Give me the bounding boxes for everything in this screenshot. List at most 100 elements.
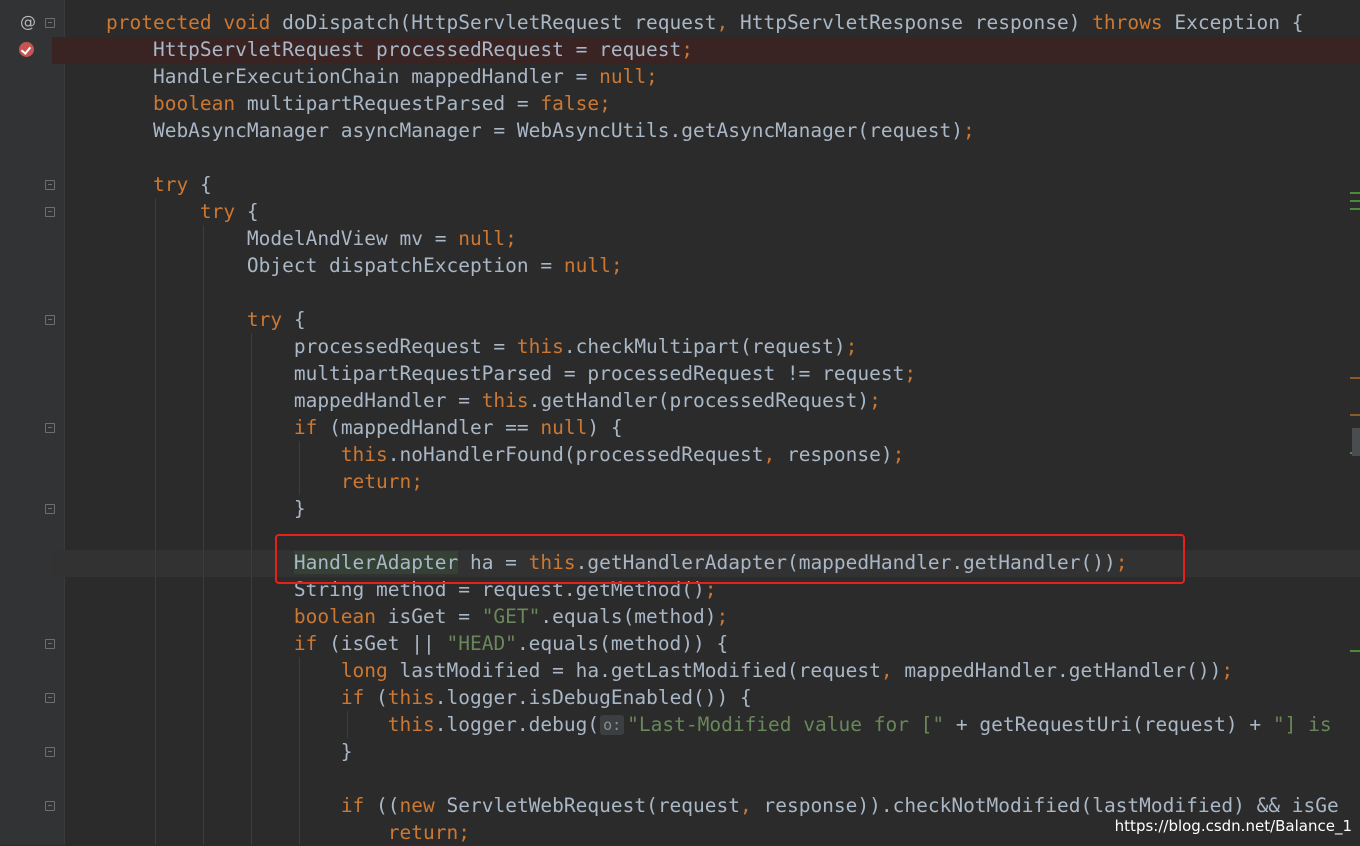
change-marker	[1350, 192, 1360, 194]
code-line[interactable]: try {	[106, 198, 1339, 225]
code-token: processedRequest =	[106, 335, 517, 358]
code-token: {	[199, 173, 212, 196]
code-token: this	[387, 686, 435, 709]
code-token: ,	[763, 443, 787, 466]
code-token: ;	[845, 335, 858, 358]
fold-marker-icon[interactable]	[45, 18, 55, 28]
fold-marker-icon[interactable]	[45, 423, 55, 433]
code-token: "Last-Modified value for ["	[627, 713, 945, 736]
fold-marker-icon[interactable]	[45, 747, 55, 757]
code-line[interactable]: multipartRequestParsed = processedReques…	[106, 360, 1339, 387]
code-token: + getRequestUri(request) +	[944, 713, 1273, 736]
code-line[interactable]: protected void doDispatch(HttpServletReq…	[106, 9, 1339, 36]
code-token: "HEAD"	[446, 632, 517, 655]
code-line[interactable]: WebAsyncManager asyncManager = WebAsyncU…	[106, 117, 1339, 144]
code-token: ,	[740, 794, 764, 817]
code-token: try	[199, 200, 247, 223]
code-line[interactable]: try {	[106, 306, 1339, 333]
fold-marker-icon[interactable]	[45, 639, 55, 649]
code-line[interactable]: processedRequest = this.checkMultipart(r…	[106, 333, 1339, 360]
code-token: if	[340, 686, 377, 709]
code-token: try	[246, 308, 294, 331]
code-token: ) {	[587, 416, 623, 439]
code-token: ;	[681, 38, 694, 61]
code-line[interactable]: mappedHandler = this.getHandler(processe…	[106, 387, 1339, 414]
code-token: ;	[963, 119, 975, 142]
code-token: HttpServletRequest processedRequest = re…	[106, 38, 682, 61]
fold-marker-icon[interactable]	[45, 207, 55, 217]
change-marker	[1350, 650, 1360, 652]
code-token: doDispatch(HttpServletRequest request	[282, 11, 717, 34]
code-line[interactable]: if ((new ServletWebRequest(request, resp…	[106, 792, 1339, 819]
code-token: .logger.isDebugEnabled()) {	[434, 686, 752, 709]
code-token: mappedHandler =	[106, 389, 482, 412]
code-line[interactable]	[106, 144, 1339, 171]
override-marker-icon[interactable]: @	[20, 12, 36, 31]
highlight-annotation-box	[275, 534, 1185, 584]
fold-marker-icon[interactable]	[45, 180, 55, 190]
breakpoint-icon[interactable]	[19, 42, 34, 57]
code-token: if	[293, 416, 330, 439]
code-token: }	[106, 740, 353, 763]
code-token: null	[540, 416, 588, 439]
code-line[interactable]: this.logger.debug(o: "Last-Modified value…	[106, 711, 1339, 738]
code-token: ;	[1221, 659, 1234, 682]
code-line[interactable]: if (this.logger.isDebugEnabled()) {	[106, 684, 1339, 711]
code-line[interactable]: this.noHandlerFound(processedRequest, re…	[106, 441, 1339, 468]
code-token: "] is	[1272, 713, 1332, 736]
code-token: throws	[1092, 11, 1175, 34]
code-line[interactable]	[106, 765, 1339, 792]
fold-marker-icon[interactable]	[45, 693, 55, 703]
code-token: .logger.debug(	[434, 713, 600, 736]
gutter-separator	[64, 0, 65, 845]
scrollbar-thumb[interactable]	[1352, 428, 1360, 456]
fold-marker-icon[interactable]	[45, 504, 55, 514]
code-line[interactable]: ModelAndView mv = null;	[106, 225, 1339, 252]
code-token: {	[293, 308, 306, 331]
code-token: ModelAndView mv =	[106, 227, 459, 250]
code-token: .noHandlerFound(processedRequest	[387, 443, 764, 466]
code-token: WebAsyncManager asyncManager = WebAsyncU…	[106, 119, 964, 142]
change-marker	[1350, 200, 1360, 202]
code-line[interactable]: return;	[106, 468, 1339, 495]
code-token: this	[516, 335, 564, 358]
code-token: null;	[458, 227, 517, 250]
code-token: "GET"	[481, 605, 541, 628]
code-token: try	[152, 173, 200, 196]
code-editor[interactable]: protected void doDispatch(HttpServletReq…	[106, 9, 1339, 846]
warning-marker	[1350, 377, 1360, 379]
code-line[interactable]: if (isGet || "HEAD".equals(method)) {	[106, 630, 1339, 657]
code-line[interactable]: Object dispatchException = null;	[106, 252, 1339, 279]
code-token: .getHandler(processedRequest)	[528, 389, 870, 412]
code-line[interactable]: if (mappedHandler == null) {	[106, 414, 1339, 441]
code-token: (mappedHandler ==	[329, 416, 541, 439]
code-token: isGet =	[387, 605, 482, 628]
fold-marker-icon[interactable]	[45, 801, 55, 811]
code-token: response)	[786, 443, 893, 466]
code-token: }	[106, 497, 306, 520]
code-line[interactable]: HandlerExecutionChain mappedHandler = nu…	[106, 63, 1339, 90]
code-token: this	[387, 713, 435, 736]
code-line[interactable]: boolean multipartRequestParsed = false;	[106, 90, 1339, 117]
code-token: new	[399, 794, 447, 817]
code-token: if	[293, 632, 330, 655]
code-token: ,	[880, 659, 905, 682]
fold-marker-icon[interactable]	[45, 315, 55, 325]
code-line[interactable]: boolean isGet = "GET".equals(method);	[106, 603, 1339, 630]
code-line[interactable]: }	[106, 495, 1339, 522]
code-line[interactable]: long lastModified = ha.getLastModified(r…	[106, 657, 1339, 684]
code-line[interactable]: }	[106, 738, 1339, 765]
code-line[interactable]	[106, 279, 1339, 306]
code-token: this	[481, 389, 529, 412]
code-token: ;	[716, 605, 729, 628]
code-line[interactable]: try {	[106, 171, 1339, 198]
code-token: (isGet ||	[329, 632, 447, 655]
code-line[interactable]: HttpServletRequest processedRequest = re…	[106, 36, 1339, 63]
